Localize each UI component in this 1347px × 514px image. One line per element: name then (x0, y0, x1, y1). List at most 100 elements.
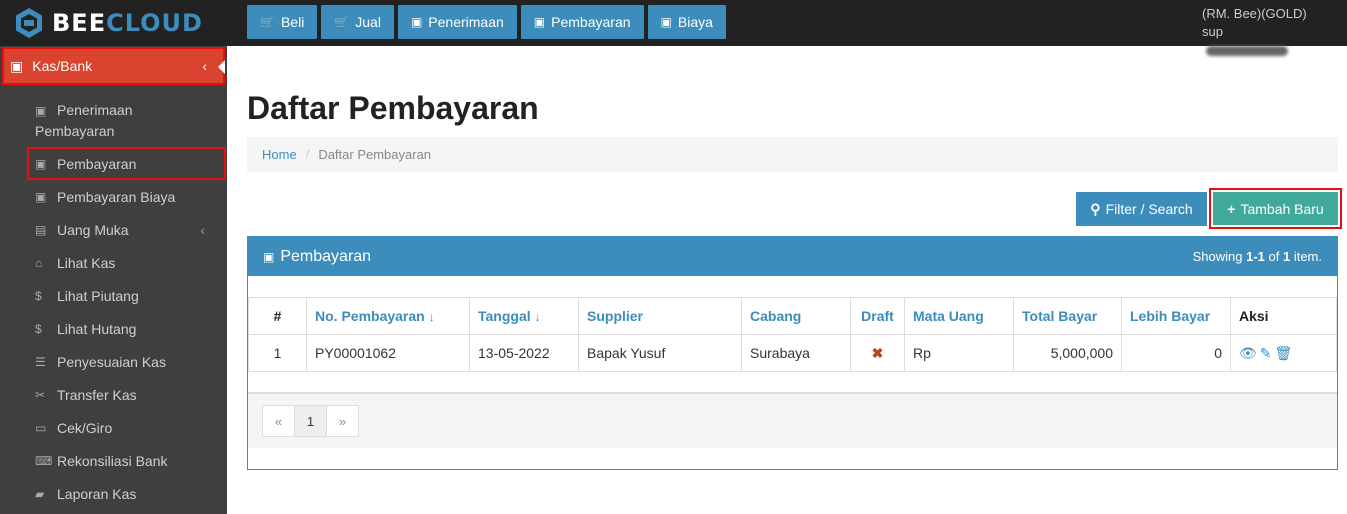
dollar-icon: $ (35, 288, 42, 303)
topnav-biaya-button[interactable]: ▣ Biaya (647, 5, 726, 39)
top-navbar: BEECLOUD 🛒 Beli 🛒 Jual ▣ Penerimaan ▣ Pembay… (0, 0, 1347, 56)
money-icon: ▣ (263, 249, 275, 264)
money-icon: ▣ (35, 156, 47, 171)
cell-tanggal: 13-05-2022 (469, 334, 579, 372)
plus-icon: + (1227, 200, 1236, 217)
sidebar-item-cek-giro[interactable]: ▭ Cek/Giro (0, 411, 227, 444)
sidebar-item-label: Transfer Kas (57, 386, 137, 403)
pagination-page-button[interactable]: 1 (294, 405, 327, 437)
add-new-button[interactable]: + Tambah Baru (1213, 192, 1338, 225)
sidebar-item-penyesuaian-kas[interactable]: ☰ Penyesuaian Kas (0, 345, 227, 378)
bee-logo-icon (16, 8, 42, 38)
cell-index: 1 (248, 334, 307, 372)
pagination: « 1 » (262, 405, 359, 437)
sidebar: ▣ Kas/Bank ‹ ▣ Penerimaan Pembayaran ▣ Pe… (0, 46, 227, 514)
scissors-icon: ✂ (35, 387, 46, 402)
search-icon: ⚲ (1090, 200, 1101, 217)
sidebar-item-label: Pembayaran Biaya (57, 188, 176, 205)
sort-icon: ↓ (534, 310, 541, 324)
pagination-prev-button[interactable]: « (262, 405, 295, 437)
col-nomor-header[interactable]: No. Pembayaran ↓ (306, 297, 470, 335)
sidebar-item-penerimaan-pembayaran[interactable]: ▣ Penerimaan Pembayaran (0, 94, 227, 147)
topnav-label: Pembayaran (551, 14, 631, 30)
col-draft-header[interactable]: Draft (850, 297, 905, 335)
user-company: (RM. Bee)(GOLD) (1202, 6, 1307, 21)
panel-spacer (248, 276, 1337, 297)
sidebar-item-label: Lihat Hutang (57, 320, 137, 337)
cart-icon: 🛒 (260, 15, 275, 29)
col-total-bayar-header[interactable]: Total Bayar (1013, 297, 1122, 335)
chevron-left-icon: ‹ (200, 221, 205, 238)
sidebar-item-label: Laporan Kas (57, 485, 137, 502)
sidebar-section-label: Kas/Bank (32, 58, 93, 74)
breadcrumb-home-link[interactable]: Home (262, 147, 297, 162)
bank-icon: ⌂ (35, 255, 43, 270)
topnav-label: Beli (280, 14, 305, 30)
col-cabang-header[interactable]: Cabang (741, 297, 851, 335)
money-icon: ▣ (35, 189, 47, 204)
sidebar-item-lihat-hutang[interactable]: $ Lihat Hutang (0, 312, 227, 345)
col-tanggal-header[interactable]: Tanggal ↓ (469, 297, 579, 335)
topnav-jual-button[interactable]: 🛒 Jual (321, 5, 394, 39)
sidebar-item-lihat-kas[interactable]: ⌂ Lihat Kas (0, 246, 227, 279)
view-icon[interactable]: 👁 (1239, 345, 1257, 361)
cell-draft: ✖ (850, 334, 905, 372)
brand-logo[interactable]: BEECLOUD (0, 0, 227, 46)
sidebar-item-label: Lihat Kas (57, 254, 116, 271)
topnav-beli-button[interactable]: 🛒 Beli (247, 5, 318, 39)
topnav-penerimaan-button[interactable]: ▣ Penerimaan (397, 5, 517, 39)
sidebar-item-transfer-kas[interactable]: ✂ Transfer Kas (0, 378, 227, 411)
redacted-email (1206, 45, 1288, 56)
sort-icon: ↓ (428, 310, 435, 324)
money-icon: ▣ (410, 15, 423, 29)
user-menu[interactable]: (RM. Bee)(GOLD) sup (1202, 5, 1308, 59)
sidebar-item-uang-muka[interactable]: ▤ Uang Muka ‹ (0, 213, 227, 246)
sidebar-item-pembayaran-biaya[interactable]: ▣ Pembayaran Biaya (0, 180, 227, 213)
cell-lebih-bayar: 0 (1121, 334, 1231, 372)
money-icon: ▣ (35, 104, 47, 118)
col-mata-uang-header[interactable]: Mata Uang (904, 297, 1014, 335)
active-pointer (218, 60, 225, 74)
panel-footer: « 1 » (248, 393, 1337, 448)
book-icon: ▰ (35, 486, 45, 501)
dollar-icon: $ (35, 321, 42, 336)
filter-search-label: Filter / Search (1105, 201, 1193, 217)
panel-title: Pembayaran (280, 247, 372, 265)
sidebar-item-lihat-piutang[interactable]: $ Lihat Piutang (0, 279, 227, 312)
breadcrumb-separator: / (305, 147, 310, 162)
col-aksi-header: Aksi (1230, 297, 1337, 335)
cell-aksi: 👁 ✎ 🗑 (1230, 334, 1337, 372)
money-icon: ▣ (533, 15, 546, 29)
cell-nomor: PY00001062 (306, 334, 470, 372)
breadcrumb-current: Daftar Pembayaran (318, 147, 432, 162)
col-lebih-bayar-header[interactable]: Lebih Bayar (1121, 297, 1231, 335)
pagination-next-button[interactable]: » (326, 405, 359, 437)
sidebar-item-label: Penyesuaian Kas (57, 353, 166, 370)
money-icon: ▣ (10, 57, 24, 74)
page-title: Daftar Pembayaran (247, 90, 539, 126)
filter-search-button[interactable]: ⚲ Filter / Search (1076, 192, 1207, 226)
file-icon: ▤ (35, 222, 47, 237)
sidebar-item-pembayaran[interactable]: ▣ Pembayaran (27, 147, 226, 180)
edit-pencil-icon[interactable]: ✎ (1260, 345, 1272, 361)
sidebar-item-label: Cek/Giro (57, 419, 113, 436)
trash-icon[interactable]: 🗑 (1275, 345, 1293, 361)
cell-mata-uang: Rp (904, 334, 1014, 372)
money-icon: ▣ (660, 15, 672, 29)
topnav-label: Penerimaan (428, 14, 504, 30)
col-supplier-header[interactable]: Supplier (578, 297, 742, 335)
sidebar-item-label: ▣ Penerimaan Pembayaran (35, 102, 133, 139)
sidebar-item-label: Uang Muka (57, 221, 129, 238)
add-new-label: Tambah Baru (1240, 200, 1324, 217)
add-button-highlight: + Tambah Baru (1209, 188, 1342, 229)
sidebar-item-laporan-kas[interactable]: ▰ Laporan Kas (0, 477, 227, 510)
cart-icon: 🛒 (334, 15, 350, 29)
keyboard-icon: ⌨ (35, 453, 53, 468)
sidebar-item-rekonsiliasi-bank[interactable]: ⌨ Rekonsiliasi Bank (0, 444, 227, 477)
topnav-label: Jual (355, 14, 381, 30)
topnav-pembayaran-button[interactable]: ▣ Pembayaran (520, 5, 644, 39)
brand-name: BEECLOUD (52, 9, 203, 37)
sidebar-section-kas-bank[interactable]: ▣ Kas/Bank ‹ (2, 47, 225, 85)
cell-total-bayar: 5,000,000 (1013, 334, 1122, 372)
table-header-row: # No. Pembayaran ↓ Tanggal ↓ Supplier Caba… (248, 297, 1337, 335)
